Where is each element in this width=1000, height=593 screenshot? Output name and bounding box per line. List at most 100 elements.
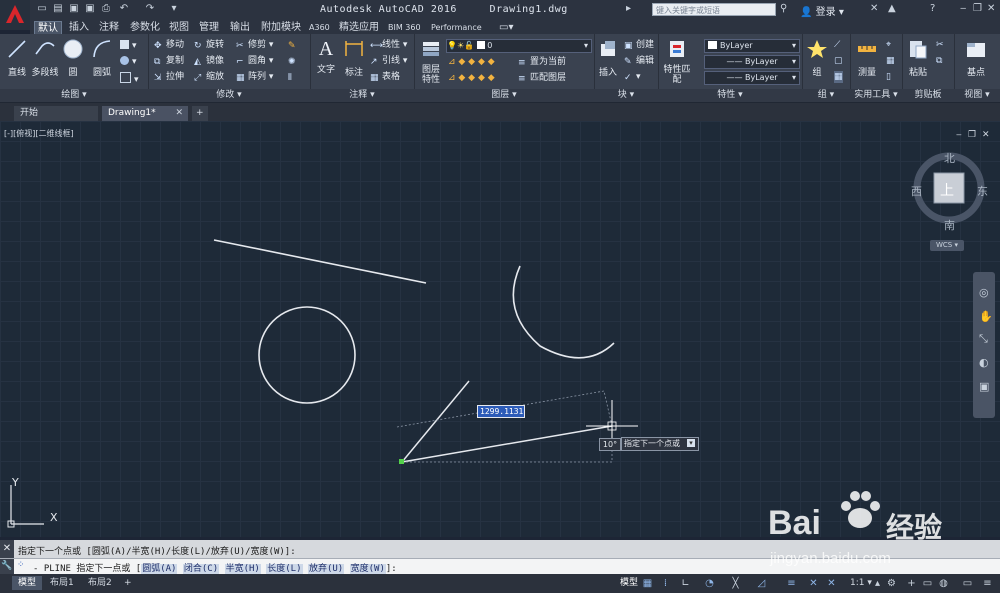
polar-icon[interactable]: ◔ bbox=[704, 578, 715, 589]
options-down-arrow-icon[interactable]: ▾ bbox=[687, 439, 695, 447]
linetype-dropdown[interactable]: —— ByLayer ▾ bbox=[704, 55, 800, 69]
restore-icon[interactable]: ❐ bbox=[973, 3, 982, 14]
scale-button[interactable]: ⤢ 缩放 bbox=[194, 71, 224, 83]
login-button[interactable]: 👤 登录 ▾ bbox=[800, 3, 844, 18]
layer-dropdown[interactable]: 💡☀🔓 0 ▾ bbox=[446, 39, 592, 53]
group-tool-3-icon[interactable]: ▦ bbox=[834, 71, 843, 83]
wcs-menu[interactable]: WCS ▾ bbox=[930, 240, 964, 251]
option-halfwidth[interactable]: 半宽(H) bbox=[224, 564, 261, 574]
lineweight-dropdown[interactable]: —— ByLayer ▾ bbox=[704, 71, 800, 85]
utility-tool-2-icon[interactable]: ▦ bbox=[886, 55, 895, 67]
option-length[interactable]: 长度(L) bbox=[266, 564, 303, 574]
group-button[interactable]: 组 bbox=[806, 38, 828, 78]
panel-block-title[interactable]: 块 ▾ bbox=[594, 89, 658, 102]
set-current-button[interactable]: ≡ 置为当前 bbox=[518, 56, 566, 68]
tab-model[interactable]: 模型 bbox=[12, 576, 43, 590]
panel-view-title[interactable]: 视图 ▾ bbox=[954, 89, 1000, 102]
measure-button[interactable]: 测量 bbox=[852, 38, 882, 78]
paste-button[interactable]: 粘贴 bbox=[906, 38, 930, 78]
close-tab-icon[interactable]: ✕ bbox=[175, 106, 183, 121]
utility-tool-1-icon[interactable]: ⌖ bbox=[886, 39, 891, 51]
redo-icon[interactable]: ↷ bbox=[144, 3, 156, 15]
minimize-icon[interactable]: ‒ bbox=[960, 3, 966, 14]
help-icon[interactable]: ? bbox=[930, 3, 935, 14]
tab-a360[interactable]: A360 bbox=[306, 21, 333, 34]
polyline-segment-1[interactable] bbox=[401, 380, 470, 463]
start-point-grip[interactable] bbox=[399, 459, 404, 464]
mirror-button[interactable]: ◭ 镜像 bbox=[194, 55, 224, 67]
tab-view[interactable]: 视图 bbox=[166, 21, 192, 34]
copy-clip-icon[interactable]: ⧉ bbox=[936, 55, 942, 67]
insert-button[interactable]: 插入 bbox=[596, 38, 620, 78]
circle-button[interactable]: 圆 bbox=[62, 38, 84, 78]
grid-icon[interactable]: ▦ bbox=[642, 578, 653, 589]
polyline-button[interactable]: 多段线 bbox=[30, 38, 60, 78]
base-button[interactable]: 基点 bbox=[962, 38, 990, 78]
panel-modify-title[interactable]: 修改 ▾ bbox=[148, 89, 310, 102]
array-button[interactable]: ▦ 阵列 ▾ bbox=[236, 71, 273, 83]
color-dropdown[interactable]: ByLayer ▾ bbox=[704, 39, 800, 53]
arc-button[interactable]: 圆弧 bbox=[90, 38, 114, 78]
option-arc[interactable]: 圆弧(A) bbox=[141, 564, 178, 574]
option-close[interactable]: 闭合(C) bbox=[182, 564, 220, 574]
panel-layers-title[interactable]: 图层 ▾ bbox=[414, 89, 594, 102]
panel-properties-title[interactable]: 特性 ▾ bbox=[658, 89, 802, 102]
tab-annotate[interactable]: 注释 bbox=[96, 21, 122, 34]
panel-draw-title[interactable]: 绘图 ▾ bbox=[0, 89, 148, 102]
save-icon[interactable]: ▣ bbox=[68, 3, 80, 15]
undo-icon[interactable]: ↶ bbox=[118, 3, 130, 15]
attribute-button[interactable]: ✓ ▾ bbox=[624, 71, 641, 83]
tab-manage[interactable]: 管理 bbox=[196, 21, 222, 34]
tab-performance[interactable]: Performance bbox=[428, 21, 485, 34]
utility-tool-3-icon[interactable]: ▯ bbox=[886, 71, 891, 83]
tab-bim360[interactable]: BIM 360 bbox=[385, 21, 424, 34]
layer-properties-button[interactable]: 图层特性 bbox=[418, 38, 444, 85]
dimension-button[interactable]: 标注 bbox=[342, 38, 366, 78]
option-undo[interactable]: 放弃(U) bbox=[307, 564, 345, 574]
ribbon-toggle-icon[interactable]: ▭▾ bbox=[496, 21, 516, 34]
rotate-button[interactable]: ↻ 旋转 bbox=[194, 39, 224, 51]
tab-output[interactable]: 输出 bbox=[227, 21, 253, 34]
zoom-extents-icon[interactable]: ⤡ bbox=[979, 332, 988, 346]
new-tab-button[interactable]: + bbox=[192, 106, 208, 121]
option-width[interactable]: 宽度(W) bbox=[349, 564, 386, 574]
fillet-button[interactable]: ⌐ 圆角 ▾ bbox=[236, 55, 273, 67]
isodraft-icon[interactable]: ╳ bbox=[730, 578, 741, 589]
command-prompt[interactable]: - PLINE 指定下一点或 [圆弧(A) 闭合(C) 半宽(H) 长度(L) … bbox=[33, 561, 397, 574]
drawn-line[interactable] bbox=[213, 239, 427, 284]
edit-block-button[interactable]: ✎ 编辑 bbox=[624, 55, 654, 67]
ortho-icon[interactable]: ∟ bbox=[680, 578, 691, 589]
panel-annotation-title[interactable]: 注释 ▾ bbox=[310, 89, 414, 102]
print-icon[interactable]: ⎙ bbox=[100, 3, 112, 15]
new-icon[interactable]: ▭ bbox=[36, 3, 48, 15]
dynamic-length-input[interactable]: 1299.1131 bbox=[477, 405, 525, 418]
drawn-circle[interactable] bbox=[258, 306, 356, 404]
compass-west[interactable]: 西 bbox=[911, 183, 922, 199]
search-dropdown-icon[interactable]: ▸ bbox=[626, 3, 638, 15]
customize-wrench-icon[interactable]: 🔧 bbox=[0, 559, 14, 574]
orbit-icon[interactable]: ◐ bbox=[979, 356, 989, 369]
tab-drawing1[interactable]: Drawing1* ✕ bbox=[102, 106, 188, 121]
panel-utilities-title[interactable]: 实用工具 ▾ bbox=[850, 89, 902, 102]
layer-tools-row2[interactable]: ⊿ ◆ ◆ ◆ ◆ bbox=[448, 72, 495, 84]
group-tool-2-icon[interactable]: ▢ bbox=[834, 55, 843, 67]
showmotion-icon[interactable]: ▣ bbox=[979, 380, 989, 393]
compass-north[interactable]: 北 bbox=[944, 150, 955, 166]
cut-icon[interactable]: ✂ bbox=[936, 39, 944, 51]
recent-commands-icon[interactable]: ⁘ bbox=[17, 560, 25, 570]
customize-icon[interactable]: ▾ bbox=[168, 3, 180, 15]
leader-button[interactable]: ↗ 引线 ▾ bbox=[370, 55, 407, 67]
drawn-arc[interactable] bbox=[512, 265, 615, 359]
tab-layout1[interactable]: 布局1 bbox=[44, 576, 80, 590]
text-button[interactable]: A 文字 bbox=[314, 38, 338, 75]
group-tool-1-icon[interactable]: ⟋ bbox=[834, 39, 840, 51]
dynamic-angle-input[interactable]: 10° bbox=[599, 438, 621, 451]
snap-icon[interactable]: ⁞ bbox=[660, 578, 671, 589]
offset-button[interactable]: ⫴ bbox=[288, 71, 300, 83]
match-properties-button[interactable]: 特性匹配 bbox=[662, 38, 692, 85]
steering-wheel-icon[interactable]: ◎ bbox=[979, 286, 989, 299]
pan-icon[interactable]: ✋ bbox=[979, 310, 993, 323]
tab-insert[interactable]: 插入 bbox=[66, 21, 92, 34]
stretch-button[interactable]: ⇲ 拉伸 bbox=[154, 71, 184, 83]
tab-parametric[interactable]: 参数化 bbox=[127, 21, 163, 34]
